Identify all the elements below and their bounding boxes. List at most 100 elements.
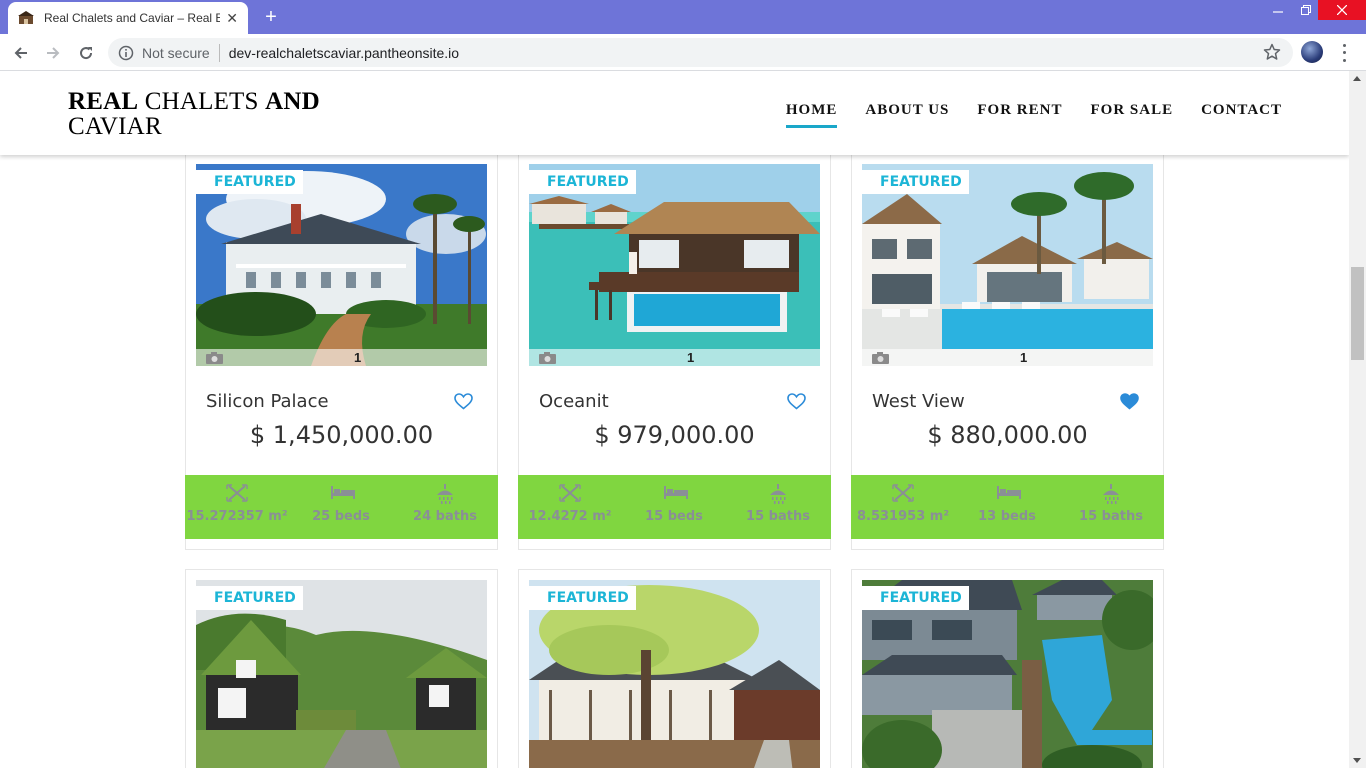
shower-icon [1103, 484, 1119, 504]
browser-tab-strip: Real Chalets and Caviar – Real Es ✕ + [0, 0, 1366, 34]
profile-avatar[interactable] [1301, 41, 1323, 63]
scroll-thumb[interactable] [1351, 267, 1364, 360]
featured-badge: FEATURED [196, 586, 303, 610]
back-button[interactable] [9, 41, 33, 65]
stat-baths: 15 baths [1059, 475, 1163, 539]
shower-icon [437, 484, 453, 504]
stat-area: 8.531953 m² [851, 475, 955, 539]
stat-beds: 13 beds [955, 475, 1059, 539]
listing-card[interactable]: FEATURED 1 West View $ 880,000.00 8.5319… [851, 153, 1164, 550]
logo-word-real: REAL [68, 88, 139, 115]
listing-title[interactable]: Oceanit [539, 391, 609, 412]
stat-beds: 15 beds [622, 475, 726, 539]
scroll-down-arrow-icon[interactable] [1353, 758, 1361, 763]
featured-badge: FEATURED [862, 586, 969, 610]
listing-card[interactable]: FEATURED 1 Oceanit $ 979,000.00 12.4272 … [518, 153, 831, 550]
nav-contact[interactable]: CONTACT [1201, 102, 1282, 128]
site-header: REAL CHALETS AND CAVIAR HOME ABOUT US FO… [0, 71, 1349, 155]
area-icon [559, 484, 581, 502]
listing-card[interactable]: FEATURED [518, 569, 831, 768]
stat-area: 15.272357 m² [185, 475, 289, 539]
logo-word-caviar: CAVIAR [68, 113, 162, 140]
arrow-right-icon [47, 47, 60, 59]
mansion-photo [196, 164, 487, 366]
site-logo[interactable]: REAL CHALETS AND CAVIAR [68, 89, 320, 139]
camera-icon [539, 352, 556, 364]
listing-photo[interactable]: FEATURED 1 [196, 164, 487, 366]
listing-card[interactable]: FEATURED [851, 569, 1164, 768]
photo-count-strip: 1 [862, 349, 1153, 366]
forward-button[interactable] [41, 41, 65, 65]
listing-title[interactable]: Silicon Palace [206, 391, 329, 412]
bed-icon [664, 486, 688, 499]
window-restore-button[interactable] [1292, 0, 1320, 20]
stat-beds: 25 beds [289, 475, 393, 539]
window-minimize-button[interactable] [1264, 0, 1292, 20]
listing-title[interactable]: West View [872, 391, 965, 412]
photo-count: 1 [354, 350, 362, 365]
shower-icon [770, 484, 786, 504]
reload-button[interactable] [74, 41, 98, 65]
listing-photo[interactable]: FEATURED [196, 580, 487, 768]
window-close-button[interactable] [1318, 0, 1366, 20]
photo-count: 1 [1020, 350, 1028, 365]
area-icon [226, 484, 248, 502]
address-bar[interactable]: Not secure dev-realchaletscaviar.pantheo… [108, 38, 1293, 67]
page-scrollbar[interactable] [1349, 71, 1366, 768]
main-nav: HOME ABOUT US FOR RENT FOR SALE CONTACT [758, 102, 1282, 128]
pool-villa-photo [862, 164, 1153, 366]
nav-home[interactable]: HOME [785, 102, 838, 128]
bed-icon [997, 486, 1021, 499]
nav-about-us[interactable]: ABOUT US [865, 102, 949, 128]
listing-photo[interactable]: FEATURED [862, 580, 1153, 768]
nav-for-sale[interactable]: FOR SALE [1090, 102, 1173, 128]
logo-word-and: AND [265, 88, 320, 115]
camera-icon [872, 352, 889, 364]
area-value: 12.4272 m² [528, 509, 612, 524]
featured-badge: FEATURED [862, 170, 969, 194]
photo-count-strip: 1 [196, 349, 487, 366]
beds-value: 25 beds [312, 509, 370, 524]
listing-photo[interactable]: FEATURED [529, 580, 820, 768]
new-tab-button[interactable]: + [260, 4, 282, 30]
heart-icon[interactable] [787, 393, 806, 410]
heart-icon[interactable] [454, 393, 473, 410]
listing-photo[interactable]: FEATURED 1 [529, 164, 820, 366]
featured-badge: FEATURED [529, 170, 636, 194]
tab-close-icon[interactable]: ✕ [226, 10, 238, 27]
heart-filled-icon[interactable] [1120, 393, 1139, 410]
photo-count-strip: 1 [529, 349, 820, 366]
stat-area: 12.4272 m² [518, 475, 622, 539]
close-icon [1337, 5, 1347, 15]
scroll-up-arrow-icon[interactable] [1353, 76, 1361, 81]
beds-value: 15 beds [645, 509, 703, 524]
page-viewport: REAL CHALETS AND CAVIAR HOME ABOUT US FO… [0, 71, 1349, 768]
listing-card[interactable]: FEATURED 1 Silicon Palace $ 1,450,000.00… [185, 153, 498, 550]
arrow-left-icon [14, 47, 27, 59]
minimize-icon [1273, 11, 1283, 13]
stat-baths: 15 baths [726, 475, 830, 539]
water-villa-photo [529, 164, 820, 366]
listing-price: $ 880,000.00 [927, 421, 1088, 449]
url-text[interactable]: dev-realchaletscaviar.pantheonsite.io [229, 45, 459, 61]
bookmark-star-icon[interactable] [1263, 43, 1281, 61]
baths-value: 15 baths [1079, 509, 1143, 524]
restore-icon [1301, 5, 1311, 15]
beds-value: 13 beds [978, 509, 1036, 524]
area-icon [892, 484, 914, 502]
listing-photo[interactable]: FEATURED 1 [862, 164, 1153, 366]
listing-stats-bar: 15.272357 m² 25 beds 24 baths [185, 475, 498, 539]
listing-stats-bar: 8.531953 m² 13 beds 15 baths [851, 475, 1164, 539]
browser-menu-button[interactable] [1336, 42, 1352, 64]
baths-value: 24 baths [413, 509, 477, 524]
info-icon[interactable] [118, 45, 134, 61]
site-favicon-icon [18, 11, 34, 24]
logo-word-chalets: CHALETS [144, 88, 259, 115]
featured-badge: FEATURED [529, 586, 636, 610]
area-value: 8.531953 m² [856, 509, 950, 524]
nav-for-rent[interactable]: FOR RENT [977, 102, 1062, 128]
browser-tab[interactable]: Real Chalets and Caviar – Real Es ✕ [8, 2, 248, 34]
camera-icon [206, 352, 223, 364]
listing-card[interactable]: FEATURED [185, 569, 498, 768]
omnibox-divider [218, 43, 220, 62]
